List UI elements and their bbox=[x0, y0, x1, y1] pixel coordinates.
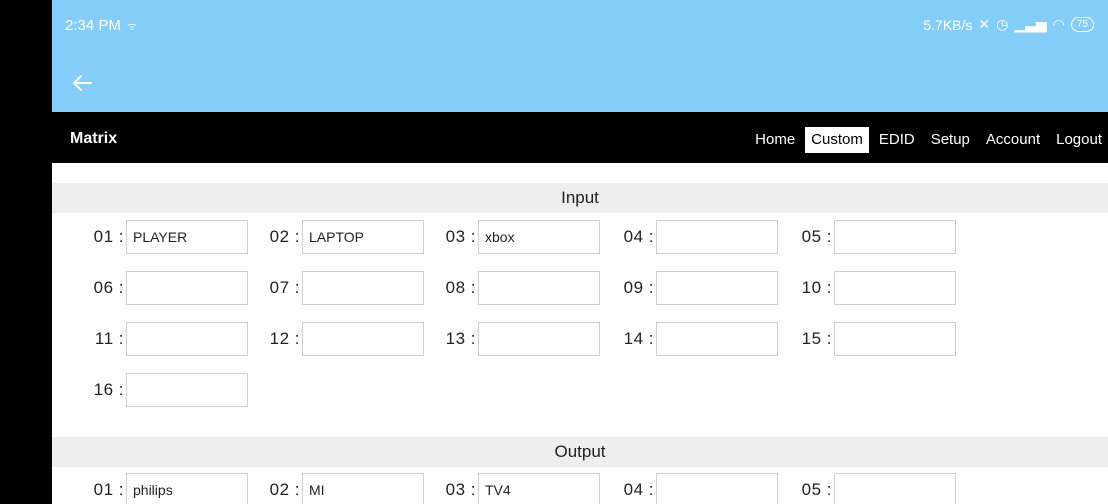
field-label: 08 : bbox=[445, 278, 476, 297]
field-label: 04 : bbox=[623, 227, 654, 246]
status-icons: 5.7KB/s ✕ ◷ ▁▃▅ ◠ 75 bbox=[923, 16, 1094, 33]
device-bezel bbox=[0, 0, 52, 504]
input-field-05: 05 : bbox=[790, 220, 956, 254]
back-arrow-icon bbox=[73, 75, 92, 91]
input-name-field[interactable] bbox=[126, 271, 248, 305]
input-name-field[interactable] bbox=[126, 220, 248, 254]
output-field-02: 02 : bbox=[258, 473, 424, 504]
input-name-field[interactable] bbox=[656, 220, 778, 254]
input-name-field[interactable] bbox=[478, 322, 600, 356]
field-label: 03 : bbox=[445, 227, 476, 246]
field-label: 16 : bbox=[93, 380, 124, 399]
input-field-14: 14 : bbox=[612, 322, 778, 356]
nav-link-home[interactable]: Home bbox=[749, 127, 801, 153]
nav-link-custom[interactable]: Custom bbox=[805, 127, 869, 153]
input-name-field[interactable] bbox=[126, 373, 248, 407]
field-label: 14 : bbox=[623, 329, 654, 348]
input-field-11: 11 : bbox=[82, 322, 248, 356]
input-name-field[interactable] bbox=[834, 220, 956, 254]
input-name-field[interactable] bbox=[478, 271, 600, 305]
output-field-01: 01 : bbox=[82, 473, 248, 504]
output-field-05: 05 : bbox=[790, 473, 956, 504]
field-label: 04 : bbox=[623, 480, 654, 499]
field-label: 05 : bbox=[801, 480, 832, 499]
input-field-03: 03 : bbox=[434, 220, 600, 254]
battery-icon: 75 bbox=[1070, 17, 1094, 32]
wifi-activity-icon: ᯤ bbox=[126, 21, 137, 33]
output-name-field[interactable] bbox=[302, 473, 424, 504]
output-field-04: 04 : bbox=[612, 473, 778, 504]
input-field-13: 13 : bbox=[434, 322, 600, 356]
input-field-02: 02 : bbox=[258, 220, 424, 254]
input-field-06: 06 : bbox=[82, 271, 248, 305]
field-label: 12 : bbox=[269, 329, 300, 348]
field-label: 13 : bbox=[445, 329, 476, 348]
field-label: 11 : bbox=[94, 329, 124, 348]
input-field-12: 12 : bbox=[258, 322, 424, 356]
mute-icon: ✕ bbox=[978, 16, 991, 32]
field-label: 01 : bbox=[93, 227, 124, 246]
input-name-field[interactable] bbox=[478, 220, 600, 254]
nav-bar: Matrix Home Custom EDID Setup Account Lo… bbox=[52, 112, 1108, 163]
field-label: 02 : bbox=[269, 480, 300, 499]
input-name-field[interactable] bbox=[834, 322, 956, 356]
input-field-15: 15 : bbox=[790, 322, 956, 356]
field-label: 15 : bbox=[801, 329, 832, 348]
output-name-field[interactable] bbox=[656, 473, 778, 504]
nav-link-edid[interactable]: EDID bbox=[873, 127, 921, 153]
output-field-03: 03 : bbox=[434, 473, 600, 504]
status-time: 2:34 PM bbox=[65, 17, 121, 34]
output-section-header: Output bbox=[52, 437, 1108, 467]
network-speed: 5.7KB/s bbox=[923, 16, 973, 33]
output-name-field[interactable] bbox=[478, 473, 600, 504]
signal-icon: ▁▃▅ bbox=[1014, 16, 1047, 32]
input-field-01: 01 : bbox=[82, 220, 248, 254]
field-label: 10 : bbox=[801, 278, 832, 297]
field-label: 09 : bbox=[623, 278, 654, 297]
input-name-field[interactable] bbox=[302, 271, 424, 305]
nav-link-account[interactable]: Account bbox=[980, 127, 1046, 153]
input-name-field[interactable] bbox=[834, 271, 956, 305]
wifi-icon: ◠ bbox=[1052, 16, 1065, 32]
status-bar: 2:34 PM ᯤ 5.7KB/s ✕ ◷ ▁▃▅ ◠ 75 bbox=[52, 0, 1108, 55]
alarm-icon: ◷ bbox=[996, 16, 1009, 32]
input-field-07: 07 : bbox=[258, 271, 424, 305]
output-name-field[interactable] bbox=[126, 473, 248, 504]
field-label: 01 : bbox=[93, 480, 124, 499]
field-label: 07 : bbox=[269, 278, 300, 297]
input-section-header: Input bbox=[52, 183, 1108, 213]
field-label: 05 : bbox=[801, 227, 832, 246]
screen: 2:34 PM ᯤ 5.7KB/s ✕ ◷ ▁▃▅ ◠ 75 Matrix Hom… bbox=[52, 0, 1108, 504]
input-field-09: 09 : bbox=[612, 271, 778, 305]
nav-link-setup[interactable]: Setup bbox=[925, 127, 976, 153]
field-label: 06 : bbox=[93, 278, 124, 297]
output-name-field[interactable] bbox=[834, 473, 956, 504]
input-name-field[interactable] bbox=[656, 271, 778, 305]
input-name-field[interactable] bbox=[126, 322, 248, 356]
input-name-field[interactable] bbox=[302, 220, 424, 254]
brand-title: Matrix bbox=[70, 130, 118, 147]
status-time-group: 2:34 PM ᯤ bbox=[65, 17, 137, 34]
back-button[interactable] bbox=[66, 67, 98, 99]
field-label: 02 : bbox=[269, 227, 300, 246]
input-field-04: 04 : bbox=[612, 220, 778, 254]
app-bar bbox=[52, 55, 1108, 112]
input-name-field[interactable] bbox=[656, 322, 778, 356]
input-field-08: 08 : bbox=[434, 271, 600, 305]
input-field-10: 10 : bbox=[790, 271, 956, 305]
main-content: Input 01 : 02 : 03 : 04 : 05 : 06 : 07 :… bbox=[52, 163, 1108, 504]
input-name-field[interactable] bbox=[302, 322, 424, 356]
field-label: 03 : bbox=[445, 480, 476, 499]
nav-links: Home Custom EDID Setup Account Logout bbox=[745, 127, 1108, 153]
input-field-16: 16 : bbox=[82, 373, 248, 407]
nav-link-logout[interactable]: Logout bbox=[1050, 127, 1108, 153]
